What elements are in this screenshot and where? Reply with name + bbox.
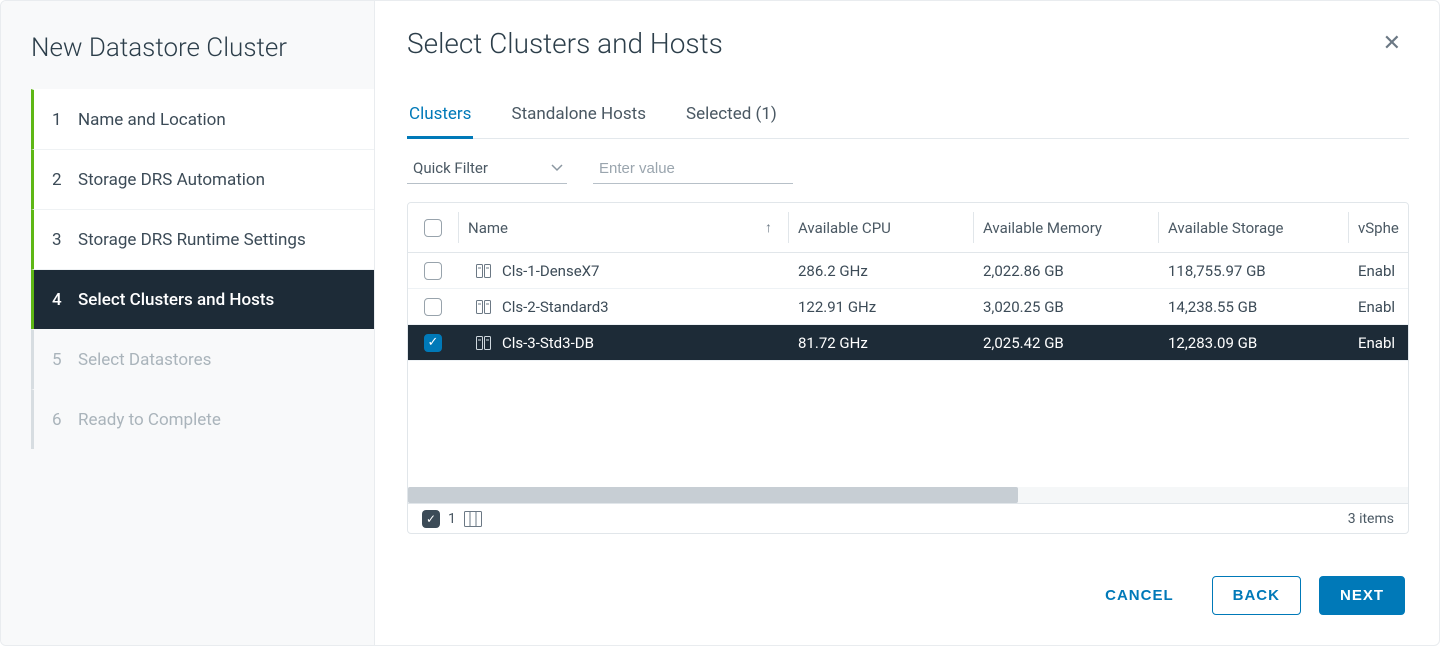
row-checkbox-cell[interactable]: [408, 325, 458, 360]
step-label: Select Datastores: [78, 350, 211, 370]
page-title: Select Clusters and Hosts: [407, 27, 723, 60]
row-memory: 2,025.42 GB: [973, 325, 1158, 360]
header-storage[interactable]: Available Storage: [1158, 203, 1348, 252]
step-label: Storage DRS Runtime Settings: [78, 230, 306, 250]
tab-standalone-hosts[interactable]: Standalone Hosts: [509, 104, 648, 138]
footer-left: 1: [422, 510, 482, 528]
tab-selected[interactable]: Selected (1): [684, 104, 779, 138]
header-cpu[interactable]: Available CPU: [788, 203, 973, 252]
checkbox-icon[interactable]: [424, 298, 442, 316]
step-drs-runtime[interactable]: 3 Storage DRS Runtime Settings: [31, 209, 374, 269]
wizard-content: Select Clusters and Hosts ✕ Clusters Sta…: [375, 1, 1439, 645]
filter-input[interactable]: [593, 158, 793, 184]
row-memory: 3,020.25 GB: [973, 289, 1158, 324]
step-number: 6: [52, 410, 78, 430]
step-label: Select Clusters and Hosts: [78, 290, 274, 310]
step-number: 4: [52, 290, 78, 310]
cancel-button[interactable]: CANCEL: [1085, 577, 1194, 614]
table-row[interactable]: Cls-1-DenseX7 286.2 GHz 2,022.86 GB 118,…: [408, 253, 1408, 289]
content-header: Select Clusters and Hosts ✕: [407, 27, 1409, 70]
step-name-location[interactable]: 1 Name and Location: [31, 89, 374, 149]
items-count: 3 items: [1348, 511, 1394, 527]
row-name-cell: Cls-3-Std3-DB: [458, 325, 788, 360]
step-label: Name and Location: [78, 110, 226, 130]
row-checkbox-cell[interactable]: [408, 289, 458, 324]
wizard-dialog: New Datastore Cluster 1 Name and Locatio…: [0, 0, 1440, 646]
selected-indicator-icon[interactable]: [422, 510, 440, 528]
table-row[interactable]: Cls-2-Standard3 122.91 GHz 3,020.25 GB 1…: [408, 289, 1408, 325]
clusters-table: Name ↑ Available CPU Available Memory Av…: [407, 202, 1409, 534]
row-name: Cls-1-DenseX7: [502, 262, 600, 280]
row-memory: 2,022.86 GB: [973, 253, 1158, 288]
step-number: 5: [52, 350, 78, 370]
row-storage: 118,755.97 GB: [1158, 253, 1348, 288]
table-row[interactable]: Cls-3-Std3-DB 81.72 GHz 2,025.42 GB 12,2…: [408, 325, 1408, 361]
row-cpu: 122.91 GHz: [788, 289, 973, 324]
quick-filter-label: Quick Filter: [413, 159, 488, 177]
step-select-datastores: 5 Select Datastores: [31, 329, 374, 389]
step-number: 1: [52, 110, 78, 130]
filter-bar: Quick Filter: [407, 157, 1409, 184]
cluster-icon: [476, 336, 492, 350]
header-name[interactable]: Name ↑: [458, 203, 788, 252]
next-button[interactable]: NEXT: [1319, 576, 1405, 615]
row-ha: Enabl: [1348, 289, 1408, 324]
header-name-label: Name: [468, 219, 508, 237]
table-header-row: Name ↑ Available CPU Available Memory Av…: [408, 203, 1408, 253]
step-label: Storage DRS Automation: [78, 170, 265, 190]
cluster-icon: [476, 264, 492, 278]
header-ha[interactable]: vSphe: [1348, 203, 1408, 252]
row-name-cell: Cls-1-DenseX7: [458, 253, 788, 288]
chevron-down-icon: [551, 164, 563, 172]
checkbox-icon[interactable]: [424, 262, 442, 280]
scrollbar-thumb[interactable]: [408, 487, 1018, 503]
row-checkbox-cell[interactable]: [408, 253, 458, 288]
tab-clusters[interactable]: Clusters: [407, 104, 473, 138]
row-cpu: 286.2 GHz: [788, 253, 973, 288]
row-name: Cls-3-Std3-DB: [502, 334, 594, 352]
tabs: Clusters Standalone Hosts Selected (1): [407, 104, 1409, 139]
table-footer: 1 3 items: [408, 503, 1408, 533]
back-button[interactable]: BACK: [1212, 576, 1301, 615]
row-name-cell: Cls-2-Standard3: [458, 289, 788, 324]
wizard-sidebar: New Datastore Cluster 1 Name and Locatio…: [1, 1, 375, 645]
sort-asc-icon: ↑: [765, 219, 778, 236]
columns-icon[interactable]: [464, 511, 482, 527]
step-label: Ready to Complete: [78, 410, 221, 430]
row-ha: Enabl: [1348, 253, 1408, 288]
horizontal-scrollbar[interactable]: [408, 487, 1408, 503]
step-ready-complete: 6 Ready to Complete: [31, 389, 374, 449]
wizard-title: New Datastore Cluster: [1, 29, 374, 89]
step-number: 2: [52, 170, 78, 190]
row-storage: 14,238.55 GB: [1158, 289, 1348, 324]
row-ha: Enabl: [1348, 325, 1408, 360]
selected-count: 1: [448, 511, 456, 527]
quick-filter-dropdown[interactable]: Quick Filter: [407, 157, 567, 184]
checkbox-icon[interactable]: [424, 334, 442, 352]
table-body: Cls-1-DenseX7 286.2 GHz 2,022.86 GB 118,…: [408, 253, 1408, 487]
step-drs-automation[interactable]: 2 Storage DRS Automation: [31, 149, 374, 209]
step-number: 3: [52, 230, 78, 250]
step-select-clusters-hosts[interactable]: 4 Select Clusters and Hosts: [31, 269, 374, 329]
row-cpu: 81.72 GHz: [788, 325, 973, 360]
cluster-icon: [476, 300, 492, 314]
close-icon[interactable]: ✕: [1375, 29, 1409, 59]
row-name: Cls-2-Standard3: [502, 298, 609, 316]
wizard-steps: 1 Name and Location 2 Storage DRS Automa…: [1, 89, 374, 449]
header-select-all[interactable]: [408, 203, 458, 252]
header-memory[interactable]: Available Memory: [973, 203, 1158, 252]
checkbox-icon[interactable]: [424, 219, 442, 237]
row-storage: 12,283.09 GB: [1158, 325, 1348, 360]
wizard-footer: CANCEL BACK NEXT: [407, 552, 1409, 645]
